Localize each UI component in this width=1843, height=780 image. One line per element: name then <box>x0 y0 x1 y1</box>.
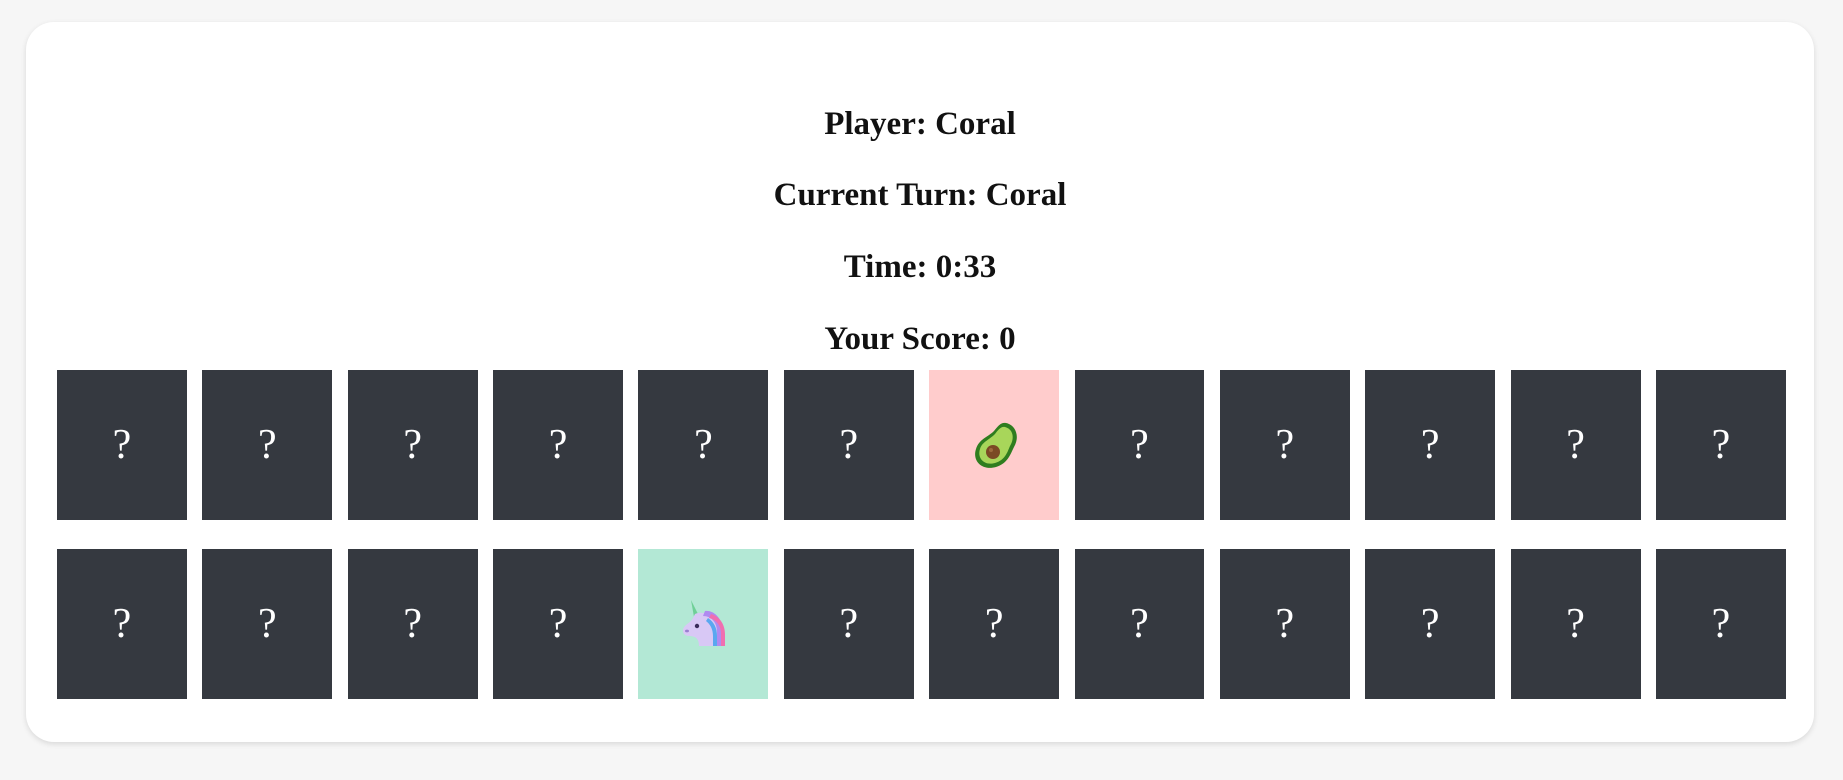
memory-card[interactable]: ? <box>638 549 769 699</box>
card-hidden-mark: ? <box>1130 601 1149 647</box>
memory-card[interactable]: ? <box>1510 549 1641 699</box>
memory-card[interactable]: ? <box>202 370 333 520</box>
card-hidden-mark: ? <box>112 601 132 647</box>
player-label: Player: Coral <box>824 106 1016 142</box>
memory-card[interactable]: ? <box>1219 549 1350 699</box>
card-hidden-mark: ? <box>258 601 277 647</box>
card-hidden-mark: ? <box>548 422 568 468</box>
memory-card[interactable]: ? <box>347 549 478 699</box>
card-hidden-mark: ? <box>1420 422 1440 468</box>
card-hidden-mark: ? <box>1420 601 1440 647</box>
timer-label: Time: 0:33 <box>843 249 997 285</box>
game-panel: Player: Coral Current Turn: Coral Time: … <box>26 22 1814 742</box>
card-hidden-mark: ? <box>1566 422 1585 468</box>
card-hidden-mark: ? <box>403 422 423 468</box>
memory-card[interactable]: ? <box>1219 370 1350 520</box>
current-turn-label: Current Turn: Coral <box>773 177 1067 213</box>
unicorn-icon <box>683 600 726 646</box>
memory-card[interactable]: ? <box>1510 370 1641 520</box>
memory-card[interactable]: ? <box>929 549 1060 699</box>
card-hidden-mark: ? <box>548 601 568 647</box>
memory-card[interactable]: ? <box>638 370 769 520</box>
card-hidden-mark: ? <box>839 422 859 468</box>
memory-card[interactable]: ? <box>202 549 333 699</box>
memory-card[interactable]: ? <box>1074 549 1205 699</box>
card-hidden-mark: ? <box>403 601 423 647</box>
avocado-icon <box>975 422 1017 468</box>
memory-card[interactable]: ? <box>57 549 187 699</box>
card-hidden-mark: ? <box>1711 422 1731 468</box>
memory-card[interactable]: ? <box>57 370 187 520</box>
memory-card[interactable]: ? <box>783 549 914 699</box>
memory-card[interactable]: ? <box>1074 370 1205 520</box>
card-hidden-mark: ? <box>694 422 713 468</box>
card-hidden-mark: ? <box>1275 601 1295 647</box>
memory-card[interactable]: ? <box>1365 370 1496 520</box>
card-row-1: ??????? ????? <box>57 370 1786 520</box>
card-hidden-mark: ? <box>984 601 1004 647</box>
memory-card[interactable]: ? <box>1655 370 1786 520</box>
memory-card[interactable]: ? <box>929 370 1060 520</box>
card-hidden-mark: ? <box>1130 422 1149 468</box>
card-hidden-mark: ? <box>258 422 277 468</box>
card-row-2: ????? ??????? <box>57 549 1786 699</box>
card-hidden-mark: ? <box>112 422 132 468</box>
memory-card[interactable]: ? <box>1365 549 1496 699</box>
card-hidden-mark: ? <box>1275 422 1295 468</box>
card-board: ??????? ????? ????? ??????? <box>57 370 1786 728</box>
memory-card[interactable]: ? <box>783 370 914 520</box>
score-label: Your Score: 0 <box>824 321 1016 357</box>
card-hidden-mark: ? <box>1566 601 1585 647</box>
memory-card[interactable]: ? <box>1655 549 1786 699</box>
memory-card[interactable]: ? <box>493 549 624 699</box>
memory-card[interactable]: ? <box>347 370 478 520</box>
card-hidden-mark: ? <box>839 601 859 647</box>
memory-card[interactable]: ? <box>493 370 624 520</box>
card-hidden-mark: ? <box>1711 601 1731 647</box>
